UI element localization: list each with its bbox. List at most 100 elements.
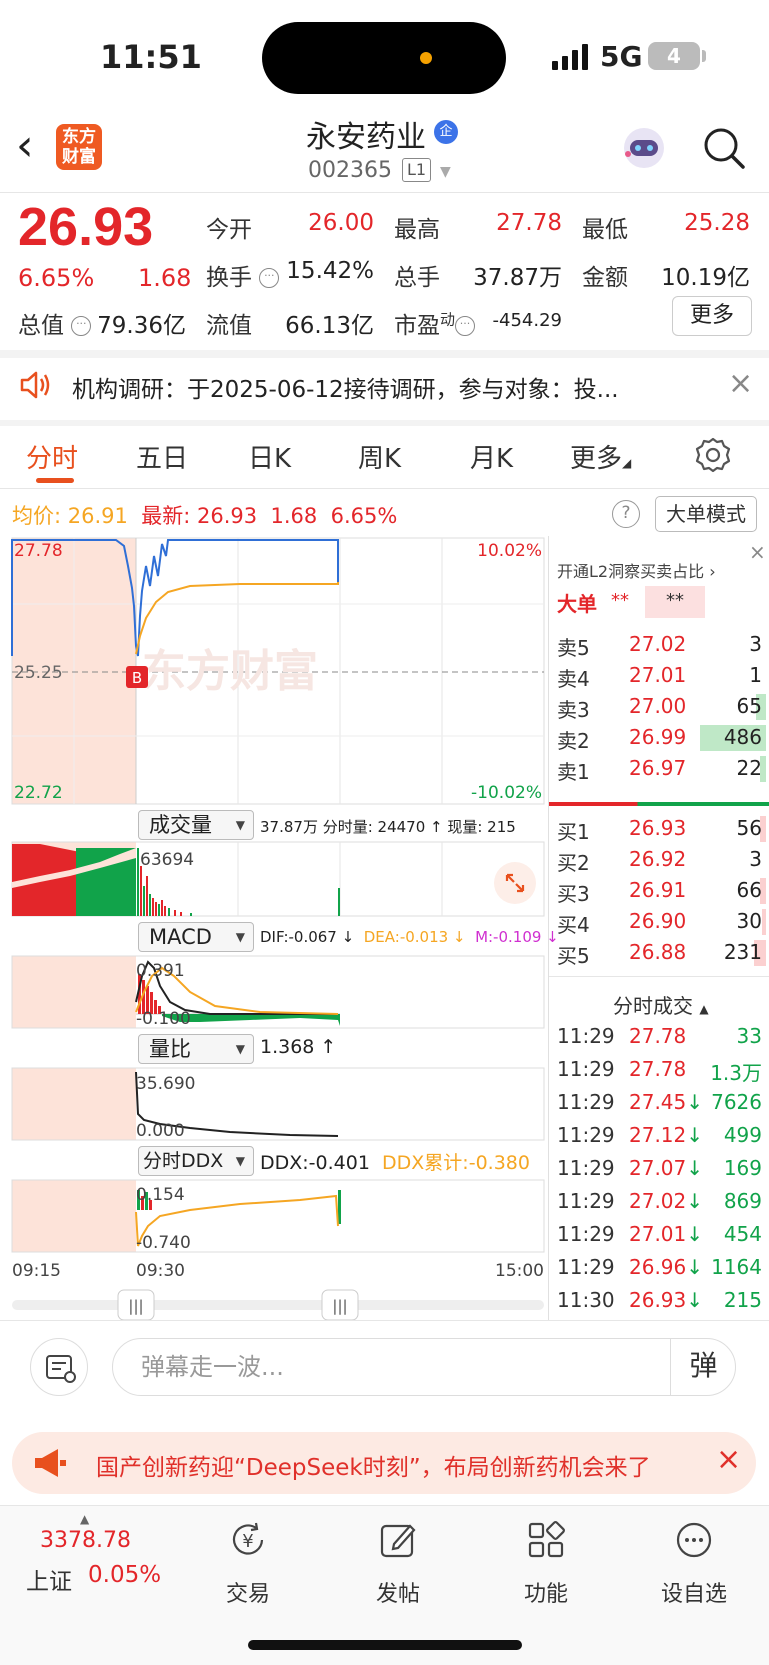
announcement-text[interactable]: 机构调研：于2025-06-12接待调研，参与对象：投...: [72, 370, 692, 404]
tab-more-caret-icon: ◢: [622, 456, 632, 470]
ddx-value: DDX:-0.401: [260, 1152, 370, 1174]
high-label: 最高: [394, 217, 440, 243]
amount-label: 金额: [582, 265, 628, 291]
macd-indicator-select[interactable]: MACD ▼: [138, 922, 254, 952]
back-chevron-icon[interactable]: ‹: [16, 124, 52, 172]
l2-promo-link[interactable]: 开通L2洞察买卖占比 ›: [557, 558, 716, 582]
info-icon[interactable]: ···: [259, 268, 280, 288]
tab-trade-label: 交易: [225, 1582, 270, 1607]
volume-ratio-select[interactable]: 量比 ▼: [138, 1034, 254, 1064]
promo-banner[interactable]: 国产创新药迎“DeepSeek时刻”，布局创新药机会来了 ×: [12, 1432, 756, 1494]
ddx-indicator-select[interactable]: 分时DDX ▼: [138, 1146, 254, 1176]
battery-nub: [702, 50, 706, 62]
trades-title[interactable]: 分时成交 ▲: [613, 990, 709, 1019]
tab-intraday[interactable]: 分时: [26, 438, 78, 475]
tab-monthly-k[interactable]: 月K: [470, 438, 513, 475]
code-dropdown-icon[interactable]: ▼: [440, 164, 451, 180]
tab-weekly-k[interactable]: 周K: [358, 438, 401, 475]
tab-post[interactable]: 发帖: [328, 1506, 468, 1616]
trade-volume: 7626: [711, 1090, 762, 1114]
tab-post-label: 发帖: [375, 1582, 420, 1607]
level-badge[interactable]: L1: [402, 158, 432, 182]
tab-add-watchlist[interactable]: 设自选: [624, 1506, 764, 1616]
tab-trade[interactable]: ¥ 交易: [178, 1506, 318, 1616]
stock-code[interactable]: 002365: [308, 158, 392, 183]
level-volume: 1: [749, 663, 762, 687]
chart-scroll-track[interactable]: [12, 1300, 544, 1310]
bid-row[interactable]: 买1 26.93 56: [549, 814, 769, 846]
trade-time: 11:30: [557, 1288, 615, 1312]
help-icon[interactable]: ?: [612, 500, 640, 528]
volume-indicator-select[interactable]: 成交量 ▼: [138, 810, 254, 840]
ddx-axis-bottom: -0.740: [136, 1233, 191, 1253]
level-label: 卖4: [557, 667, 590, 691]
macd-axis-bottom: -0.100: [136, 1009, 191, 1029]
bid-row[interactable]: 买2 26.92 3: [549, 845, 769, 877]
ask-row[interactable]: 卖4 27.01 1: [549, 661, 769, 693]
level-price: 27.00: [629, 694, 687, 718]
trade-time: 11:29: [557, 1057, 615, 1081]
index-quote[interactable]: ▲ 3378.78 上证 0.05%: [18, 1506, 161, 1616]
close-icon[interactable]: ×: [728, 366, 753, 401]
close-icon[interactable]: ×: [716, 1442, 741, 1477]
m-value: M:-0.109 ↓: [475, 928, 559, 946]
bid-row[interactable]: 买4 26.90 30: [549, 907, 769, 939]
ask-row[interactable]: 卖1 26.97 22: [549, 754, 769, 786]
megaphone-icon: [35, 1449, 66, 1477]
chevron-down-icon: ▼: [235, 930, 245, 944]
lb-select-label: 量比: [149, 1037, 191, 1061]
promo-text[interactable]: 国产创新药迎“DeepSeek时刻”，布局创新药机会来了: [96, 1448, 704, 1482]
gear-icon[interactable]: [694, 436, 732, 474]
trade-row: 11:29 27.07↓ 169: [549, 1154, 769, 1188]
ask-row[interactable]: 卖3 27.00 65: [549, 692, 769, 724]
volume-bar: [762, 909, 766, 935]
l2-promo-text: 开通L2洞察买卖占比: [557, 562, 705, 581]
trades-title-text: 分时成交: [613, 994, 693, 1018]
volume-label: 总手: [394, 265, 440, 291]
latest-change: 1.68: [270, 504, 318, 528]
danmu-input[interactable]: 弹幕走一波...: [112, 1338, 736, 1396]
price-axis-bottom: 22.72: [14, 783, 63, 803]
big-order-mode-button[interactable]: 大单模式: [655, 496, 757, 532]
lb-axis-bottom: 0.000: [136, 1121, 185, 1141]
level-volume: 65: [736, 694, 762, 718]
change-percent: 6.65%: [18, 264, 95, 292]
status-time: 11:51: [100, 38, 202, 76]
period-tabs: 分时 五日 日K 周K 月K 更多◢: [0, 424, 769, 488]
search-icon[interactable]: [700, 124, 748, 172]
trade-time: 11:29: [557, 1222, 615, 1246]
price-axis-top: 27.78: [14, 541, 63, 561]
down-arrow-icon: ↓: [686, 1222, 704, 1246]
tab-more[interactable]: 更多◢: [570, 438, 631, 475]
level-price: 26.90: [629, 909, 687, 933]
assistant-robot-icon[interactable]: [620, 124, 668, 172]
tab-daily-k[interactable]: 日K: [248, 438, 291, 475]
tab-functions[interactable]: 功能: [476, 1506, 616, 1616]
close-icon[interactable]: ×: [749, 540, 766, 564]
tab-five-day[interactable]: 五日: [136, 438, 188, 475]
info-icon[interactable]: ···: [455, 316, 476, 336]
tab-more-label: 更多: [570, 444, 623, 474]
announcement-bar[interactable]: 机构调研：于2025-06-12接待调研，参与对象：投... ×: [0, 350, 769, 420]
x-axis-open: 09:30: [136, 1261, 185, 1281]
level-label: 买4: [557, 913, 590, 937]
pre-market-shade: [12, 956, 136, 1028]
more-button[interactable]: 更多: [672, 296, 752, 336]
down-arrow-icon: ↓: [686, 1090, 704, 1114]
stock-name[interactable]: 永安药业: [306, 112, 426, 156]
ask-row[interactable]: 卖5 27.02 3: [549, 630, 769, 662]
danmu-settings-icon[interactable]: [30, 1338, 88, 1396]
info-icon[interactable]: ···: [71, 316, 92, 336]
volume-ratio-value: 1.368 ↑: [260, 1036, 337, 1058]
battery-icon: 4: [648, 42, 700, 70]
danmu-toggle-button[interactable]: 弹: [670, 1338, 736, 1396]
low-label: 最低: [582, 217, 628, 243]
trade-price: 26.93↓: [629, 1288, 704, 1312]
intraday-chart[interactable]: 东方财富 B 27.78 25.25 22.72 10.02% -10.02%: [0, 536, 559, 1336]
chevron-down-icon: ▼: [235, 1154, 245, 1168]
expand-icon[interactable]: [494, 862, 536, 904]
ask-row[interactable]: 卖2 26.99 486: [549, 723, 769, 755]
bid-row[interactable]: 买3 26.91 66: [549, 876, 769, 908]
level-label: 买1: [557, 820, 590, 844]
bid-row[interactable]: 买5 26.88 231: [549, 938, 769, 970]
